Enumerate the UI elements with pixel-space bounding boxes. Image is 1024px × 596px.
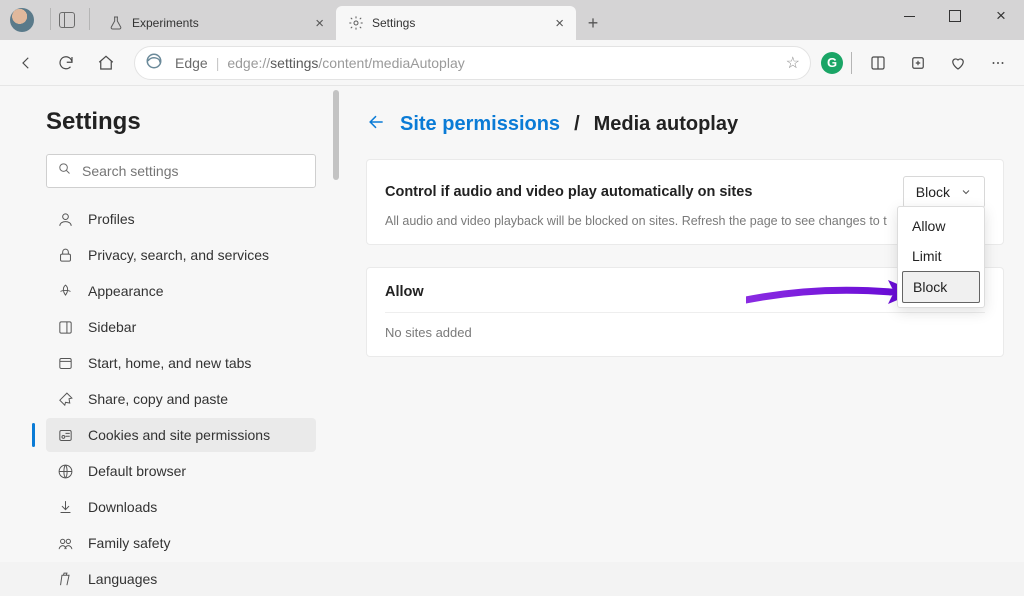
favorite-icon[interactable]: ☆ (786, 53, 800, 73)
nav-item[interactable]: Start, home, and new tabs (46, 346, 316, 380)
nav-item[interactable]: Downloads (46, 490, 316, 524)
nav-item[interactable]: Languages (46, 562, 316, 596)
nav-icon (56, 246, 74, 264)
nav-icon (56, 210, 74, 228)
nav-icon (56, 534, 74, 552)
tab-settings[interactable]: Settings × (336, 6, 576, 40)
collections-icon[interactable] (900, 45, 936, 81)
edge-label: Edge (175, 55, 208, 71)
tab-strip: Experiments × Settings × + (96, 0, 610, 40)
back-arrow-icon[interactable] (366, 112, 386, 137)
nav-icon (56, 282, 74, 300)
nav-icon (56, 354, 74, 372)
settings-main: Site permissions / Media autoplay Contro… (340, 86, 1024, 562)
autoplay-dropdown: AllowLimitBlock (897, 206, 985, 308)
search-input[interactable] (82, 163, 305, 179)
search-settings[interactable] (46, 154, 316, 188)
nav-icon (56, 498, 74, 516)
nav-label: Sidebar (88, 319, 136, 335)
nav-item[interactable]: Privacy, search, and services (46, 238, 316, 272)
settings-sidebar: Settings Profiles Privacy, search, and se… (0, 86, 340, 562)
new-tab-button[interactable]: + (576, 6, 610, 40)
control-title: Control if audio and video play automati… (385, 184, 752, 200)
nav-label: Start, home, and new tabs (88, 355, 251, 371)
url-text: edge://settings/content/mediaAutoplay (227, 55, 464, 71)
control-description: All audio and video playback will be blo… (385, 214, 985, 228)
breadcrumb-current: Media autoplay (594, 113, 738, 136)
chevron-down-icon (960, 186, 972, 198)
allow-empty-text: No sites added (385, 313, 985, 340)
tab-label: Settings (372, 16, 415, 30)
nav-label: Default browser (88, 463, 186, 479)
nav-label: Languages (88, 571, 157, 587)
nav-icon (56, 462, 74, 480)
divider (851, 52, 852, 74)
nav-icon (56, 570, 74, 588)
back-button[interactable] (8, 45, 44, 81)
nav-item[interactable]: Sidebar (46, 310, 316, 344)
divider (50, 8, 51, 30)
nav-label: Family safety (88, 535, 170, 551)
tab-actions-icon[interactable] (59, 12, 75, 28)
nav-label: Privacy, search, and services (88, 247, 269, 263)
dropdown-option[interactable]: Allow (902, 211, 980, 241)
nav-label: Downloads (88, 499, 157, 515)
settings-title: Settings (46, 108, 316, 136)
nav-item[interactable]: Family safety (46, 526, 316, 560)
address-bar[interactable]: Edge | edge://settings/content/mediaAuto… (134, 46, 811, 80)
search-icon (57, 161, 72, 181)
sidebar-scrollbar[interactable] (332, 86, 340, 562)
tab-experiments[interactable]: Experiments × (96, 6, 336, 40)
control-autoplay-card: Control if audio and video play automati… (366, 159, 1004, 245)
flask-icon (108, 15, 124, 31)
divider (89, 8, 90, 30)
extension-grammarly[interactable]: G (821, 52, 843, 74)
nav-item[interactable]: Cookies and site permissions (46, 418, 316, 452)
nav-icon (56, 318, 74, 336)
home-button[interactable] (88, 45, 124, 81)
breadcrumb-parent[interactable]: Site permissions (400, 113, 560, 136)
tab-label: Experiments (132, 16, 199, 30)
nav-icon (56, 390, 74, 408)
window-close[interactable]: × (978, 0, 1024, 32)
more-menu-icon[interactable] (980, 45, 1016, 81)
split-screen-icon[interactable] (860, 45, 896, 81)
breadcrumb: Site permissions / Media autoplay (366, 112, 1004, 137)
window-minimize[interactable] (886, 0, 932, 32)
settings-nav: Profiles Privacy, search, and services App… (46, 202, 316, 596)
dropdown-option[interactable]: Block (902, 271, 980, 303)
close-icon[interactable]: × (315, 16, 324, 31)
select-value: Block (916, 184, 950, 200)
gear-icon (348, 15, 364, 31)
wellness-icon[interactable] (940, 45, 976, 81)
nav-label: Profiles (88, 211, 135, 227)
nav-icon (56, 426, 74, 444)
allow-title: Allow (385, 284, 985, 313)
nav-item[interactable]: Share, copy and paste (46, 382, 316, 416)
nav-item[interactable]: Profiles (46, 202, 316, 236)
nav-label: Appearance (88, 283, 164, 299)
breadcrumb-separator: / (574, 113, 580, 136)
refresh-button[interactable] (48, 45, 84, 81)
nav-label: Share, copy and paste (88, 391, 228, 407)
nav-label: Cookies and site permissions (88, 427, 270, 443)
window-maximize[interactable] (932, 0, 978, 32)
edge-logo-icon (145, 52, 163, 73)
profile-avatar[interactable] (10, 8, 34, 32)
nav-item[interactable]: Appearance (46, 274, 316, 308)
autoplay-select[interactable]: Block (903, 176, 985, 208)
close-icon[interactable]: × (555, 16, 564, 31)
dropdown-option[interactable]: Limit (902, 241, 980, 271)
divider: | (216, 55, 220, 71)
nav-item[interactable]: Default browser (46, 454, 316, 488)
